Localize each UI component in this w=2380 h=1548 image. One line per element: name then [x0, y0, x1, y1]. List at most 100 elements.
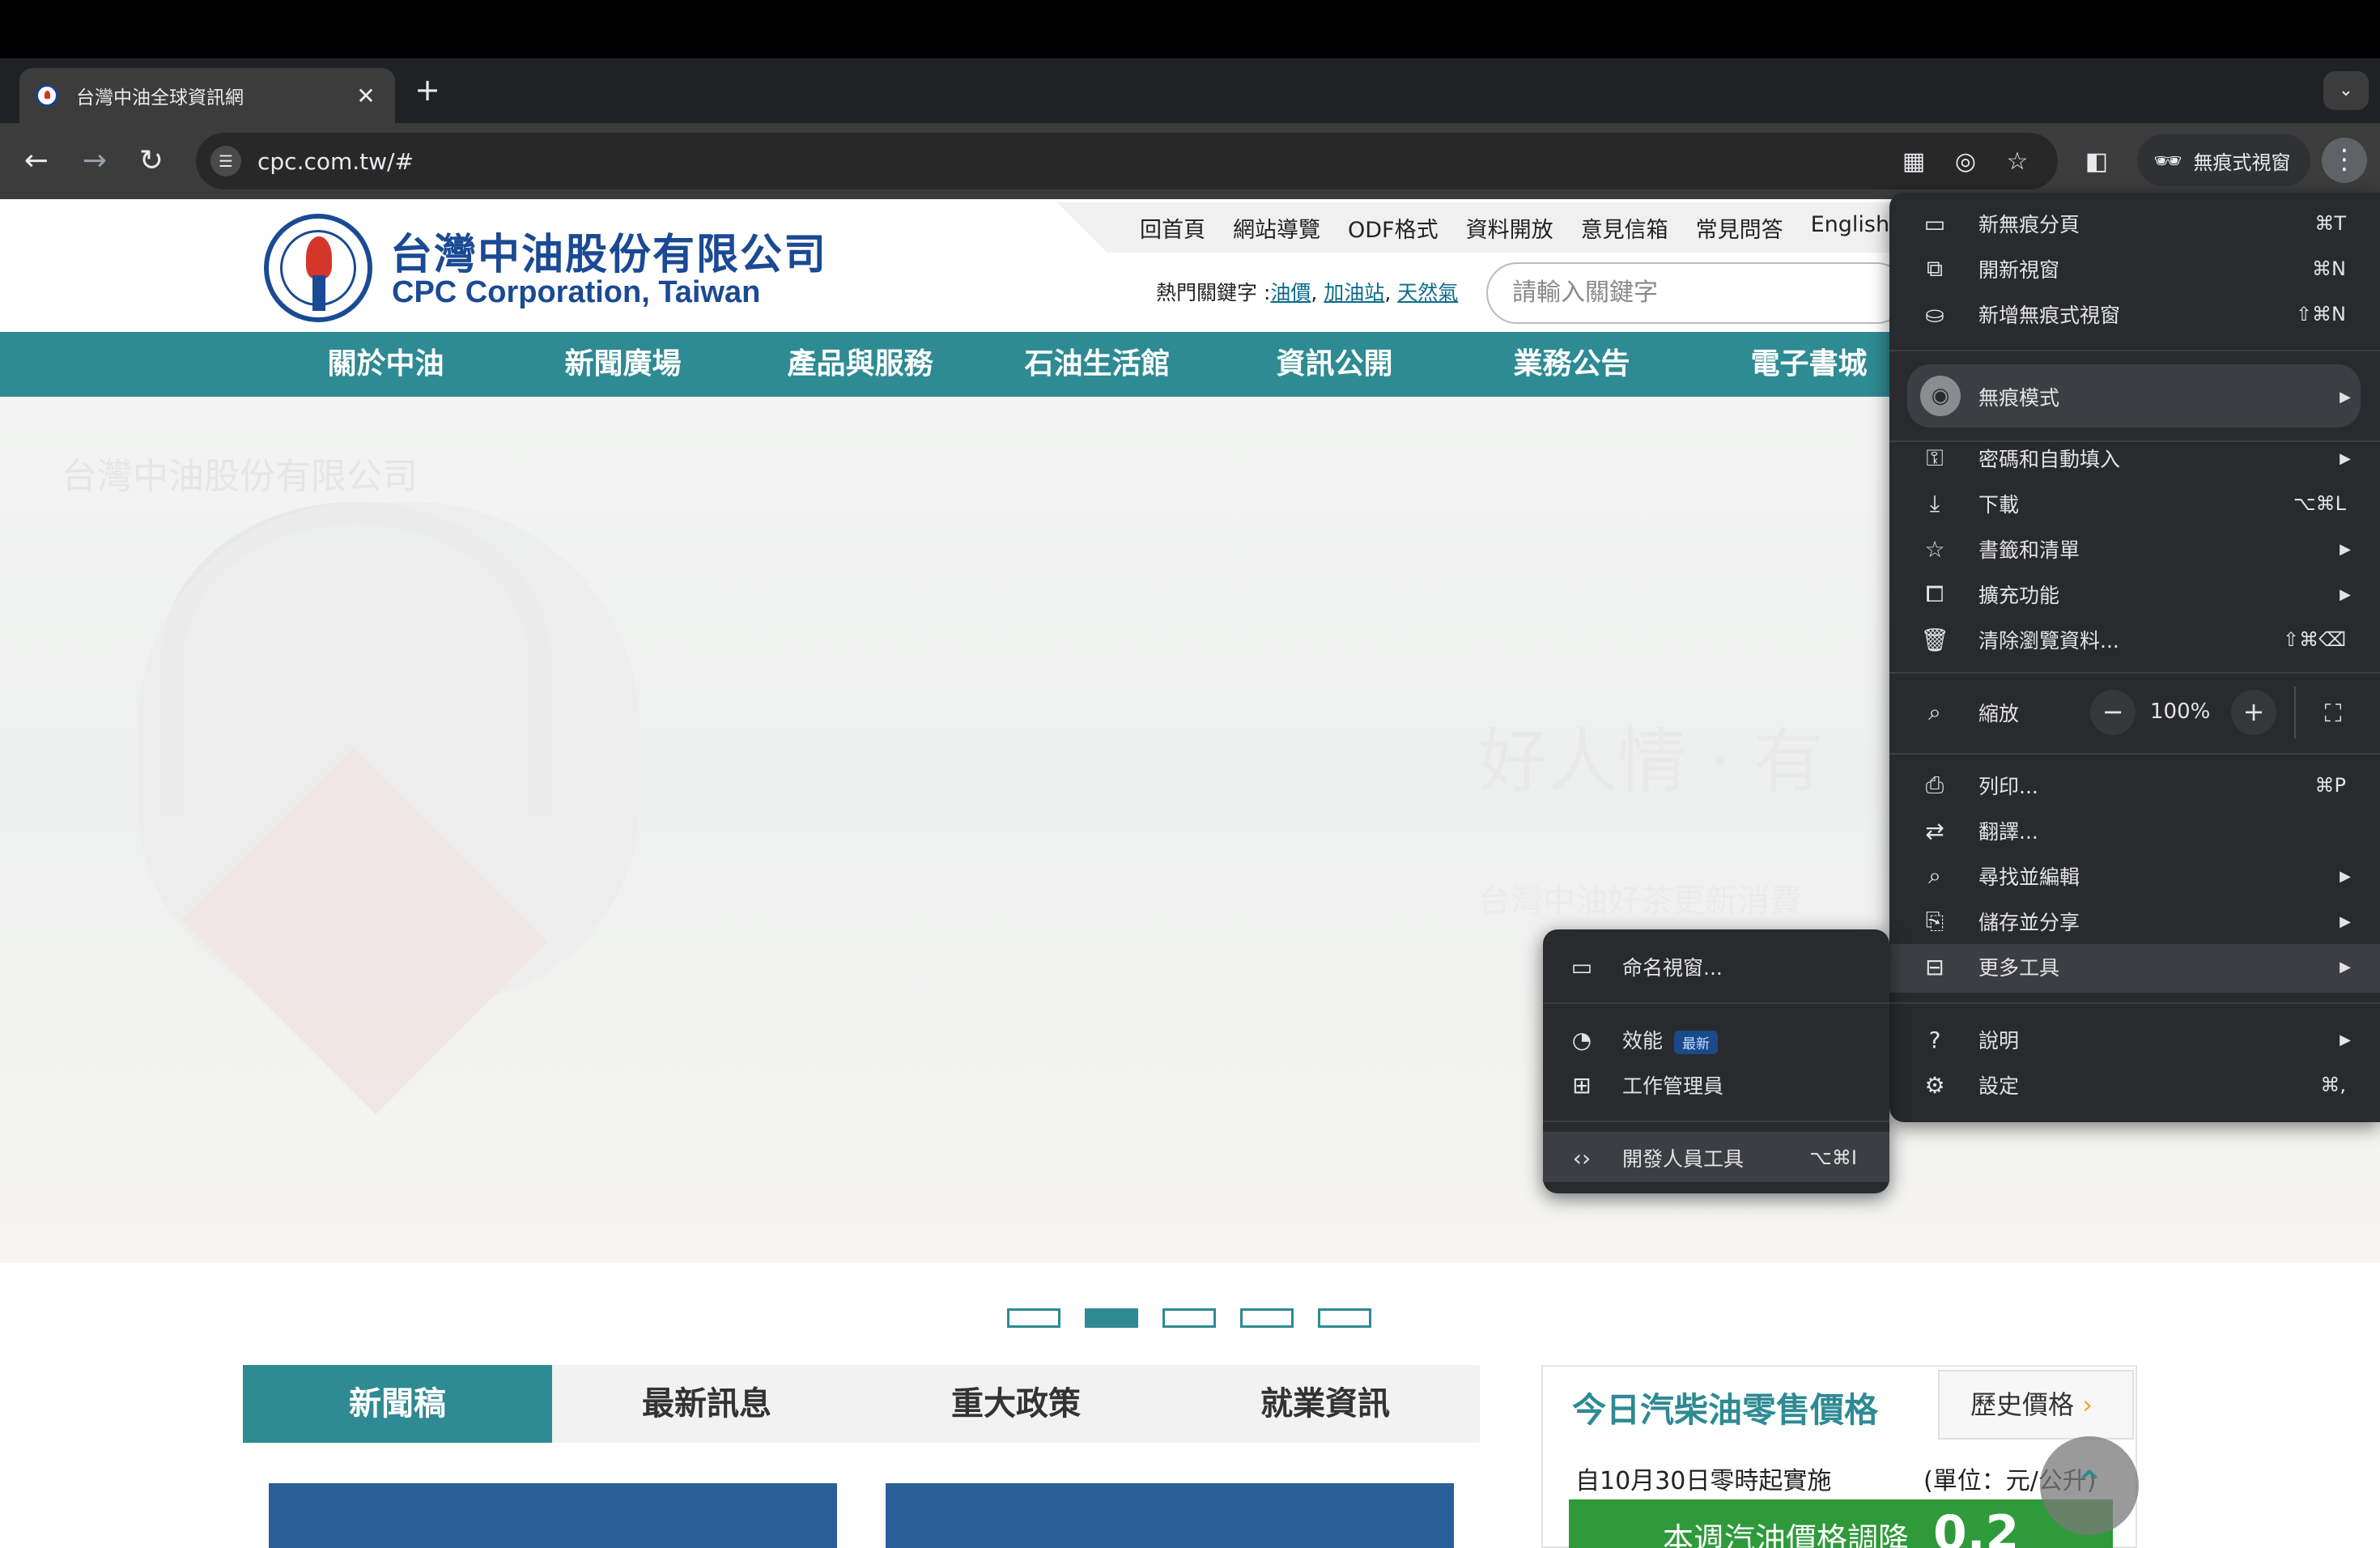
url-text[interactable]: cpc.com.tw/#: [257, 148, 414, 175]
menu-label: 下載: [1978, 493, 2020, 517]
logo-torch-icon: [312, 275, 325, 311]
carousel-dot[interactable]: [1162, 1308, 1216, 1328]
menu-shortcut: ⌥⌘L: [2293, 492, 2346, 515]
menu-item-incognito-mode[interactable]: 無痕模式 ▶: [1889, 374, 2380, 419]
carousel-dot[interactable]: [1318, 1308, 1371, 1328]
speedometer-icon: ◔: [1571, 1026, 1592, 1053]
menu-divider: [1543, 1002, 1889, 1004]
menu-item-clear-data[interactable]: 🗑 清除瀏覽資料... ⇧⌘⌫: [1889, 617, 2380, 662]
carousel-dot-active[interactable]: [1085, 1308, 1138, 1328]
menu-item-downloads[interactable]: ⤓ 下載 ⌥⌘L: [1889, 481, 2380, 526]
site-search-input[interactable]: 請輸入關鍵字: [1486, 262, 1907, 324]
logo-english-name[interactable]: CPC Corporation, Taiwan: [392, 275, 760, 310]
hero-watermark-logo: 台灣中油股份有限公司: [62, 456, 418, 497]
menu-divider: [1543, 1121, 1889, 1122]
hot-keywords-label: 熱門關鍵字 :: [1156, 281, 1271, 304]
submenu-item-task-manager[interactable]: ⊞ 工作管理員: [1543, 1062, 1889, 1108]
menu-item-bookmarks[interactable]: ☆ 書籤和清單 ▶: [1889, 526, 2380, 572]
util-link-english[interactable]: English: [1811, 212, 1890, 244]
hero-subtitle: 台灣中油好茶更新消費: [1478, 882, 1802, 920]
nav-item-disclosure[interactable]: 資訊公開: [1216, 332, 1453, 397]
hot-keywords: 熱門關鍵字 :油價, 加油站, 天然氣: [1156, 281, 1459, 304]
carousel-dot[interactable]: [1007, 1308, 1060, 1328]
menu-item-save-share[interactable]: ⎘ 儲存並分享 ▶: [1889, 899, 2380, 944]
qr-code-icon[interactable]: ▦: [1896, 144, 1932, 180]
tab-press-release[interactable]: 新聞稿: [243, 1365, 552, 1443]
incognito-indicator[interactable]: 🕶 無痕式視窗: [2137, 134, 2310, 186]
chevron-right-icon: ▶: [2340, 867, 2351, 885]
nav-item-products[interactable]: 產品與服務: [742, 332, 979, 397]
util-link-opendata[interactable]: 資料開放: [1466, 212, 1553, 244]
menu-item-print[interactable]: ⎙ 列印... ⌘P: [1889, 763, 2380, 808]
util-link-faq[interactable]: 常見問答: [1696, 212, 1783, 244]
zoom-icon: ⌕: [1928, 699, 1941, 725]
submenu-item-performance[interactable]: ◔ 效能 最新: [1543, 1017, 1889, 1062]
site-favicon-icon: [36, 84, 58, 107]
forward-arrow-icon[interactable]: →: [73, 139, 117, 183]
puzzle-icon: ⧠: [1925, 580, 1944, 607]
zoom-divider: [2294, 687, 2296, 738]
menu-label: 翻譯...: [1978, 820, 2038, 844]
task-manager-icon: ⊞: [1572, 1071, 1592, 1099]
performance-label: 效能: [1622, 1029, 1664, 1053]
menu-item-translate[interactable]: ⇄ 翻譯...: [1889, 808, 2380, 853]
news-card-image[interactable]: [269, 1483, 837, 1548]
eye-off-icon[interactable]: ◎: [1948, 144, 1983, 180]
nav-item-about[interactable]: 關於中油: [267, 332, 504, 397]
util-link-sitemap[interactable]: 網站導覽: [1233, 212, 1320, 244]
submenu-item-name-window[interactable]: ▭ 命名視窗...: [1543, 944, 1889, 989]
submenu-item-devtools[interactable]: ‹› 開發人員工具 ⌥⌘I: [1543, 1135, 1889, 1180]
menu-label: 效能 最新: [1622, 1025, 1719, 1054]
trash-icon: 🗑: [1920, 626, 1949, 653]
menu-item-settings[interactable]: ⚙ 設定 ⌘,: [1889, 1062, 2380, 1108]
price-history-button[interactable]: 歷史價格 ›: [1938, 1370, 2134, 1440]
tab-latest-news[interactable]: 最新訊息: [552, 1365, 861, 1443]
code-icon: ‹›: [1572, 1144, 1592, 1172]
zoom-out-button[interactable]: −: [2090, 690, 2136, 735]
nav-item-news[interactable]: 新聞廣場: [504, 332, 742, 397]
back-to-top-icon[interactable]: ⌃: [2040, 1436, 2139, 1535]
keyword-link[interactable]: 油價: [1270, 281, 1311, 304]
browser-tab[interactable]: 台灣中油全球資訊網 ✕: [19, 68, 395, 123]
fullscreen-icon[interactable]: ⛶: [2317, 698, 2349, 730]
bookmark-star-icon[interactable]: ☆: [2000, 144, 2035, 180]
new-badge: 最新: [1674, 1030, 1719, 1054]
tab-jobs[interactable]: 就業資訊: [1171, 1365, 1480, 1443]
back-arrow-icon[interactable]: ←: [15, 139, 58, 183]
help-icon: ?: [1928, 1026, 1941, 1053]
menu-item-find-edit[interactable]: ⌕ 尋找並編輯 ▶: [1889, 853, 2380, 899]
menu-label: 說明: [1978, 1029, 2020, 1053]
logo-chinese-name[interactable]: 台灣中油股份有限公司: [390, 220, 827, 281]
news-card-image[interactable]: [886, 1483, 1454, 1548]
nav-item-petroleum-life[interactable]: 石油生活館: [979, 332, 1216, 397]
util-link-odf[interactable]: ODF格式: [1348, 212, 1439, 244]
side-panel-icon[interactable]: ◧: [2079, 144, 2114, 180]
chevron-right-icon: ▶: [2340, 912, 2351, 930]
menu-item-more-tools[interactable]: ⊟ 更多工具 ▶: [1889, 944, 2380, 989]
zoom-in-button[interactable]: +: [2231, 690, 2276, 735]
chrome-menu-kebab-icon[interactable]: ⋮: [2322, 138, 2367, 183]
menu-item-new-window[interactable]: ⧉ 開新視窗 ⌘N: [1889, 246, 2380, 291]
new-tab-button[interactable]: +: [410, 71, 445, 110]
keyword-link[interactable]: 加油站: [1324, 281, 1384, 304]
menu-label: 縮放: [1978, 702, 2020, 725]
menu-item-new-tab[interactable]: ▭ 新無痕分頁 ⌘T: [1889, 201, 2380, 246]
menu-item-passwords[interactable]: ⚿ 密碼和自動填入 ▶: [1889, 436, 2380, 481]
tab-major-policy[interactable]: 重大政策: [861, 1365, 1171, 1443]
nav-item-announcements[interactable]: 業務公告: [1453, 332, 1690, 397]
reload-icon[interactable]: ↻: [130, 139, 173, 183]
carousel-dot[interactable]: [1240, 1308, 1294, 1328]
address-bar[interactable]: ☰ cpc.com.tw/#: [196, 133, 2058, 189]
close-tab-icon[interactable]: ✕: [353, 83, 379, 109]
util-link-feedback[interactable]: 意見信箱: [1581, 212, 1668, 244]
menu-item-help[interactable]: ? 說明 ▶: [1889, 1017, 2380, 1062]
menu-label: 儲存並分享: [1978, 911, 2080, 934]
menu-label: 清除瀏覽資料...: [1978, 629, 2119, 653]
site-info-icon[interactable]: ☰: [210, 146, 241, 176]
tab-search-button[interactable]: ⌄: [2323, 71, 2369, 110]
incognito-icon: 🕶: [2153, 147, 2182, 174]
util-link-home[interactable]: 回首頁: [1140, 212, 1205, 244]
menu-item-new-incognito[interactable]: ⛀ 新增無痕式視窗 ⇧⌘N: [1889, 291, 2380, 337]
keyword-link[interactable]: 天然氣: [1397, 281, 1458, 304]
menu-item-extensions[interactable]: ⧠ 擴充功能 ▶: [1889, 572, 2380, 617]
